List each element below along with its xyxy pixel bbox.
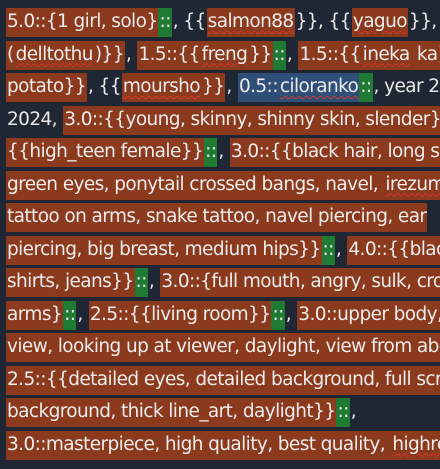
editor-line[interactable]: 3.0::masterpiece, high quality, best qua… [0,429,440,462]
plain-text: , [125,43,137,65]
plain-text: , [148,271,160,292]
weighted-token: 5.0::{1 girl, solo} [6,8,159,37]
weighted-token: 4.0::{{black crop [347,235,440,265]
weighted-token: ( [6,40,15,70]
editor-line[interactable]: shirts, jeans}}::, 3.0::{full mouth, ang… [0,266,440,299]
plain-text: , [350,401,357,422]
plain-text: , [285,303,297,325]
weighted-token: highres [391,430,440,460]
weight-delimiter: :: [134,268,148,297]
plain-text: , {{ [172,11,207,32]
weight-delimiter: :: [63,300,77,330]
weighted-token: tattoo on arms, snake tattoo, navel pier… [6,203,428,232]
editor-line[interactable]: arms}::, 2.5::{{living room}}::, 3.0::up… [0,299,440,332]
editor-line[interactable]: potato}}, {{moursho}}, 0.5:: ciloranko::,… [0,71,440,104]
weighted-token: ineka [361,40,411,70]
editor-line[interactable]: tattoo on arms, snake tattoo, navel pier… [0,201,440,234]
weighted-token: }} [201,73,226,102]
weight-delimiter: :: [158,8,172,37]
editor-line[interactable]: (delltothu)}}, 1.5::{{freng}}::, 1.5::{{… [0,39,440,72]
plain-text: }}, {{ [408,11,440,32]
weighted-token: 2.5::{{detailed eyes, detailed backgroun… [6,365,440,395]
weighted-token: shirts, jeans}} [6,268,135,297]
plain-text: , [77,303,88,325]
weighted-token: moursho [121,73,202,102]
plain-text: }}, {{ [295,11,352,32]
plain-text: , [218,141,229,162]
weight-delimiter: :: [336,398,350,427]
editor-line[interactable]: {{high_teen female}}::, 3.0::{{black hai… [0,136,440,169]
plain-text: 2024, [7,108,63,130]
weighted-token: delltothu [14,40,94,70]
prompt-editor[interactable]: 5.0::{1 girl, solo}::, {{salmon88}}, {{y… [0,0,440,469]
weighted-token: irezumi [384,170,440,200]
editor-line[interactable]: piercing, big breast, medium hips}}::, 4… [0,234,440,267]
weighted-token: green eyes, ponytail crossed bangs, nave… [6,170,385,200]
weighted-token: freng [200,40,249,70]
plain-text: , {{ [87,76,122,97]
editor-line[interactable]: 5.0::{1 girl, solo}::, {{salmon88}}, {{y… [0,6,440,39]
weighted-token: potato}} [6,73,87,102]
weight-delimiter: :: [272,40,286,70]
weight-delimiter: :: [204,138,218,167]
weighted-token: 3.0::{full mouth, angry, sulk, crossed [160,268,440,297]
weighted-token: piercing, big breast, medium hips}} [6,235,322,265]
plain-text: , [226,76,237,97]
weighted-token: 3.0::upper body, front [297,300,440,330]
weighted-token: arms} [6,300,64,330]
plain-text: , [335,238,347,260]
weighted-token: 0.5:: [237,73,279,102]
weight-delimiter: :: [359,73,373,102]
editor-line[interactable]: 2024, 3.0::{{young, skinny, shinny skin,… [0,104,440,137]
weighted-token: ciloranko [278,73,360,102]
weighted-token: 2.5::{{living room}} [88,300,272,330]
weight-delimiter: :: [321,235,335,265]
weighted-token: background, thick line_art, daylight}} [6,398,337,427]
weighted-token: yaguo [351,8,408,37]
weighted-token: 1.5::{{ [298,40,362,70]
weighted-token: salmon88 [206,8,295,37]
weighted-token: 1.5::{{ [137,40,201,70]
weighted-token: )}} [93,40,125,70]
editor-line[interactable]: 2.5::{{detailed eyes, detailed backgroun… [0,364,440,397]
editor-line[interactable]: green eyes, ponytail crossed bangs, nave… [0,169,440,202]
plain-text: , year 2025, yea [373,76,440,97]
weighted-token: {{high_teen female}} [6,138,205,167]
weighted-token: }} [248,40,273,70]
editor-line[interactable]: background, thick line_art, daylight}}::… [0,396,440,429]
editor-line[interactable]: view, looking up at viewer, daylight, vi… [0,331,440,364]
weighted-token: 3.0::masterpiece, high quality, best qua… [6,430,392,460]
weight-delimiter: :: [271,300,285,330]
plain-text: , [286,43,298,65]
weighted-token: 3.0::{{black hair, long sidelock [229,138,440,167]
weighted-token: ka}} [410,40,440,70]
weighted-token: 3.0::{{young, skinny, shinny skin, slend… [63,105,440,135]
weighted-token: view, looking up at viewer, daylight, vi… [6,333,440,362]
